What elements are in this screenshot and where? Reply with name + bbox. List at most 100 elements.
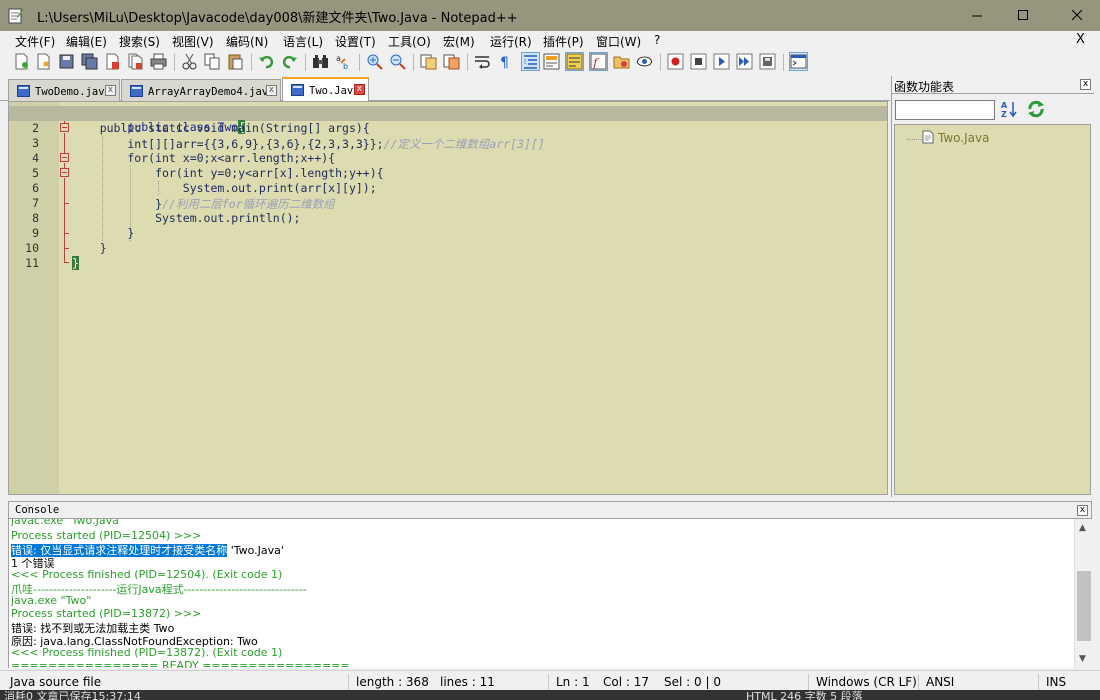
- close-document-x[interactable]: X: [1076, 32, 1085, 47]
- menu-run[interactable]: 运行(R): [490, 33, 532, 50]
- line-number: 3: [32, 136, 39, 150]
- code-line: }: [72, 226, 134, 240]
- console-header: Console x: [8, 501, 1092, 519]
- console-line: Process started (PID=13872) >>>: [11, 607, 202, 620]
- tree-node-file[interactable]: Two.Java: [938, 131, 989, 145]
- udl-icon[interactable]: [543, 53, 560, 70]
- sort-az-icon[interactable]: A Z: [1000, 100, 1018, 118]
- status-selection: Sel : 0 | 0: [664, 675, 721, 689]
- menu-encoding[interactable]: 编码(N): [226, 33, 268, 50]
- console-scrollbar[interactable]: ▲ ▼: [1074, 519, 1092, 668]
- show-all-chars-icon[interactable]: ¶: [497, 53, 514, 70]
- code-line: System.out.println();: [72, 211, 300, 225]
- zoom-in-icon[interactable]: [366, 53, 383, 70]
- cut-icon[interactable]: [181, 53, 198, 70]
- indent-guide-icon[interactable]: [521, 52, 540, 71]
- copy-icon[interactable]: [204, 53, 221, 70]
- save-macro-icon[interactable]: [759, 53, 776, 70]
- menu-tools[interactable]: 工具(O): [388, 33, 431, 50]
- file-node-icon: [922, 130, 934, 144]
- menu-language[interactable]: 语言(L): [283, 33, 323, 50]
- print-icon[interactable]: [150, 53, 167, 70]
- java-file-icon: [17, 85, 30, 97]
- status-lines: lines : 11: [440, 675, 495, 689]
- code-editor[interactable]: 1 2 3 4 5 6 7 8 9 10 11: [8, 101, 888, 495]
- menu-edit[interactable]: 编辑(E): [66, 33, 107, 50]
- paste-icon[interactable]: [227, 53, 244, 70]
- function-list-icon[interactable]: f: [589, 52, 608, 71]
- maximize-button[interactable]: [1000, 0, 1046, 31]
- find-icon[interactable]: [312, 53, 329, 70]
- maximize-icon: [1017, 10, 1028, 20]
- line-number: 7: [32, 196, 39, 210]
- notepadpp-window: L:\Users\MiLu\Desktop\Javacode\day008\新建…: [0, 0, 1100, 700]
- close-file-icon[interactable]: [104, 53, 121, 70]
- monitoring-icon[interactable]: [636, 53, 653, 70]
- console-line: ================ READY ================: [11, 659, 350, 668]
- fold-toggle-icon[interactable]: [60, 123, 69, 132]
- menu-search[interactable]: 搜索(S): [119, 33, 160, 50]
- menu-view[interactable]: 视图(V): [172, 33, 214, 50]
- save-icon[interactable]: [58, 53, 75, 70]
- folder-workspace-icon[interactable]: [613, 53, 630, 70]
- tab-close-icon[interactable]: x: [105, 85, 116, 96]
- function-search-input[interactable]: [895, 100, 995, 120]
- status-col: Col : 17: [603, 675, 649, 689]
- java-file-icon: [291, 84, 304, 96]
- zoom-out-icon[interactable]: [389, 53, 406, 70]
- replace-icon[interactable]: ab: [335, 53, 352, 70]
- console-title: Console: [15, 504, 60, 516]
- fold-toggle-icon[interactable]: [60, 153, 69, 162]
- fold-toggle-icon[interactable]: [60, 168, 69, 177]
- document-tab-bar: TwoDemo.java x ArrayArrayDemo4.java x Tw…: [0, 76, 890, 102]
- tab-arrayarraydemo4[interactable]: ArrayArrayDemo4.java x: [121, 79, 281, 101]
- toolbar: ab ¶ f: [0, 50, 1100, 76]
- console-output[interactable]: javac.exe "Two.Java" Process started (PI…: [8, 519, 1074, 668]
- menu-file[interactable]: 文件(F): [15, 33, 55, 50]
- open-file-icon[interactable]: [35, 53, 52, 70]
- word-wrap-icon[interactable]: [474, 53, 491, 70]
- run-macro-multiple-icon[interactable]: [736, 53, 753, 70]
- sync-vertical-icon[interactable]: [420, 53, 437, 70]
- menu-help[interactable]: ?: [654, 33, 660, 47]
- code-line: }//利用二层for循环遍历二维数组: [72, 196, 335, 212]
- status-eol[interactable]: Windows (CR LF): [816, 675, 917, 689]
- minimize-icon: [971, 15, 982, 17]
- status-encoding[interactable]: ANSI: [926, 675, 954, 689]
- line-number: 9: [32, 226, 39, 240]
- redo-icon[interactable]: [281, 53, 298, 70]
- menu-plugins[interactable]: 插件(P): [543, 33, 584, 50]
- close-window-button[interactable]: [1054, 0, 1100, 31]
- close-all-icon[interactable]: [127, 53, 144, 70]
- code-area[interactable]: public class Two{ public static void mai…: [9, 102, 887, 494]
- scroll-down-icon[interactable]: ▼: [1079, 654, 1086, 664]
- scrollbar-thumb[interactable]: [1077, 571, 1091, 641]
- minimize-button[interactable]: [954, 0, 1000, 31]
- menu-macro[interactable]: 宏(M): [443, 33, 475, 50]
- tab-two-java[interactable]: Two.Java x: [282, 77, 369, 102]
- save-all-icon[interactable]: [81, 53, 98, 70]
- panel-close-icon[interactable]: x: [1080, 79, 1091, 90]
- tab-twodemo[interactable]: TwoDemo.java x: [8, 79, 120, 101]
- doc-map-icon[interactable]: [565, 52, 584, 71]
- undo-icon[interactable]: [258, 53, 275, 70]
- function-tree[interactable]: Two.Java: [894, 124, 1091, 495]
- console-toggle-icon[interactable]: [789, 52, 808, 71]
- code-text: }: [72, 226, 135, 240]
- refresh-icon[interactable]: [1026, 99, 1046, 119]
- menu-settings[interactable]: 设置(T): [335, 33, 376, 50]
- code-line-current: public class Two{: [9, 106, 887, 134]
- tab-close-icon[interactable]: x: [354, 84, 365, 95]
- scroll-up-icon[interactable]: ▲: [1079, 523, 1086, 533]
- sync-horizontal-icon[interactable]: [443, 53, 460, 70]
- new-file-icon[interactable]: [13, 53, 30, 70]
- play-macro-icon[interactable]: [713, 53, 730, 70]
- tab-close-icon[interactable]: x: [266, 85, 277, 96]
- function-list-title: 函数功能表: [894, 80, 955, 94]
- console-close-icon[interactable]: x: [1077, 505, 1088, 516]
- stop-macro-icon[interactable]: [690, 53, 707, 70]
- record-macro-icon[interactable]: [667, 53, 684, 70]
- menu-window[interactable]: 窗口(W): [596, 33, 641, 50]
- window-title: L:\Users\MiLu\Desktop\Javacode\day008\新建…: [37, 11, 518, 26]
- status-insert-mode[interactable]: INS: [1046, 675, 1066, 689]
